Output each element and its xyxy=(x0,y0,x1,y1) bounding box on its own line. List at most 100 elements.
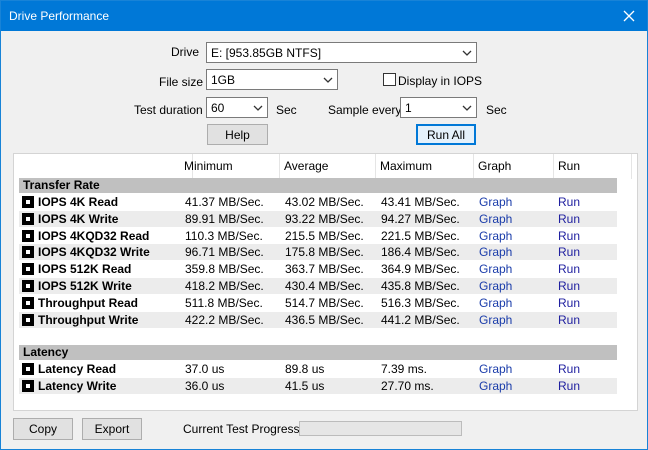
sample-every-select-value: 1 xyxy=(405,101,412,115)
graph-link[interactable]: Graph xyxy=(479,379,512,393)
column-header-average: Average xyxy=(280,154,376,179)
table-row: Throughput Read 511.8 MB/Sec. 514.7 MB/Sec… xyxy=(19,295,617,311)
test-name: Latency Read xyxy=(38,362,117,376)
file-size-select[interactable]: 1GB xyxy=(206,69,338,90)
export-button[interactable]: Export xyxy=(82,418,142,440)
run-link[interactable]: Run xyxy=(558,262,580,276)
average-value: 93.22 MB/Sec. xyxy=(285,211,364,226)
maximum-value: 7.39 ms. xyxy=(381,362,428,376)
minimum-value: 41.37 MB/Sec. xyxy=(185,195,264,209)
maximum-value: 186.4 MB/Sec. xyxy=(381,245,460,260)
test-item-icon xyxy=(22,379,34,392)
maximum-value: 94.27 MB/Sec. xyxy=(381,211,460,226)
table-row: Latency Read 37.0 us 89.8 us 7.39 ms. Graph R… xyxy=(19,361,617,377)
maximum-value: 516.3 MB/Sec. xyxy=(381,295,460,310)
test-name: IOPS 512K Write xyxy=(38,279,132,293)
column-header-graph: Graph xyxy=(474,154,554,179)
test-item-icon xyxy=(22,280,34,292)
run-link[interactable]: Run xyxy=(558,195,580,209)
graph-link[interactable]: Graph xyxy=(479,245,512,259)
run-link[interactable]: Run xyxy=(558,313,580,327)
average-value: 363.7 MB/Sec. xyxy=(285,262,364,277)
table-row: IOPS 4K Write 89.91 MB/Sec. 93.22 MB/Sec. 9… xyxy=(19,210,617,227)
test-duration-select[interactable]: 60 xyxy=(206,97,268,118)
table-row: IOPS 4K Read 41.37 MB/Sec. 43.02 MB/Sec. 43… xyxy=(19,194,617,210)
graph-link[interactable]: Graph xyxy=(479,262,512,276)
minimum-value: 110.3 MB/Sec. xyxy=(185,228,263,243)
test-item-icon xyxy=(22,363,34,375)
test-item-icon xyxy=(22,296,34,309)
minimum-value: 511.8 MB/Sec. xyxy=(185,295,263,310)
column-header-maximum: Maximum xyxy=(376,154,474,179)
current-test-progress-bar xyxy=(299,421,462,436)
title-bar[interactable]: Drive Performance xyxy=(1,1,647,31)
table-row: Latency Write 36.0 us 41.5 us 27.70 ms. Grap… xyxy=(19,377,617,394)
run-link[interactable]: Run xyxy=(558,362,580,376)
run-link[interactable]: Run xyxy=(558,212,580,226)
graph-link[interactable]: Graph xyxy=(479,212,512,226)
close-icon[interactable] xyxy=(611,1,647,31)
minimum-value: 422.2 MB/Sec. xyxy=(185,312,264,327)
drive-label: Drive xyxy=(171,45,200,59)
test-duration-unit: Sec xyxy=(276,103,297,117)
chevron-down-icon xyxy=(462,105,472,111)
test-duration-label: Test duration xyxy=(134,103,203,117)
sample-every-select[interactable]: 1 xyxy=(400,97,477,118)
maximum-value: 441.2 MB/Sec. xyxy=(381,312,460,327)
run-link[interactable]: Run xyxy=(558,379,580,393)
column-header-run: Run xyxy=(554,154,632,179)
minimum-value: 96.71 MB/Sec. xyxy=(185,245,264,260)
column-header-name xyxy=(32,154,193,179)
average-value: 89.8 us xyxy=(285,362,325,376)
section-header-transfer-rate: Transfer Rate xyxy=(19,178,617,193)
maximum-value: 221.5 MB/Sec. xyxy=(381,228,460,243)
test-item-icon xyxy=(22,229,34,242)
graph-link[interactable]: Graph xyxy=(479,362,512,376)
table-row: IOPS 512K Write 418.2 MB/Sec. 430.4 MB/Sec… xyxy=(19,278,617,294)
drive-select[interactable]: E: [953.85GB NTFS] xyxy=(206,42,477,63)
current-test-progress-label: Current Test Progress xyxy=(183,422,300,436)
graph-link[interactable]: Graph xyxy=(479,195,512,209)
minimum-value: 359.8 MB/Sec. xyxy=(185,262,264,277)
sample-every-unit: Sec xyxy=(486,103,507,117)
average-value: 41.5 us xyxy=(285,378,325,393)
table-row: IOPS 4KQD32 Read 110.3 MB/Sec. 215.5 MB/Se… xyxy=(19,228,617,244)
run-link[interactable]: Run xyxy=(558,296,580,310)
minimum-value: 36.0 us xyxy=(185,378,225,393)
sample-every-label: Sample every xyxy=(328,103,402,117)
test-name: Throughput Write xyxy=(38,312,139,327)
test-item-icon xyxy=(22,263,34,276)
minimum-value: 418.2 MB/Sec. xyxy=(185,279,264,293)
run-link[interactable]: Run xyxy=(558,229,580,243)
copy-button[interactable]: Copy xyxy=(13,418,73,440)
minimum-value: 37.0 us xyxy=(185,362,225,376)
test-item-icon xyxy=(22,196,34,208)
file-size-select-value: 1GB xyxy=(211,73,236,87)
graph-link[interactable]: Graph xyxy=(479,279,512,293)
test-name: Throughput Read xyxy=(38,295,138,310)
display-iops-checkbox[interactable] xyxy=(383,73,396,86)
maximum-value: 435.8 MB/Sec. xyxy=(381,279,460,293)
average-value: 43.02 MB/Sec. xyxy=(285,195,364,209)
test-name: Latency Write xyxy=(38,378,117,393)
minimum-value: 89.91 MB/Sec. xyxy=(185,211,264,226)
run-link[interactable]: Run xyxy=(558,279,580,293)
table-row: IOPS 512K Read 359.8 MB/Sec. 363.7 MB/Sec.… xyxy=(19,261,617,277)
average-value: 430.4 MB/Sec. xyxy=(285,279,364,293)
average-value: 175.8 MB/Sec. xyxy=(285,245,364,260)
graph-link[interactable]: Graph xyxy=(479,313,512,327)
file-size-label: File size xyxy=(159,75,204,89)
run-link[interactable]: Run xyxy=(558,245,580,259)
run-all-button[interactable]: Run All xyxy=(416,124,476,145)
drive-select-value: E: [953.85GB NTFS] xyxy=(211,46,322,60)
graph-link[interactable]: Graph xyxy=(479,229,512,243)
maximum-value: 43.41 MB/Sec. xyxy=(381,195,460,209)
help-button[interactable]: Help xyxy=(207,124,268,145)
test-item-icon xyxy=(22,313,34,326)
display-iops-label: Display in IOPS xyxy=(398,74,483,88)
average-value: 215.5 MB/Sec. xyxy=(285,228,364,243)
section-header-latency: Latency xyxy=(19,345,617,360)
graph-link[interactable]: Graph xyxy=(479,296,512,310)
test-duration-select-value: 60 xyxy=(211,101,225,115)
maximum-value: 27.70 ms. xyxy=(381,378,434,393)
